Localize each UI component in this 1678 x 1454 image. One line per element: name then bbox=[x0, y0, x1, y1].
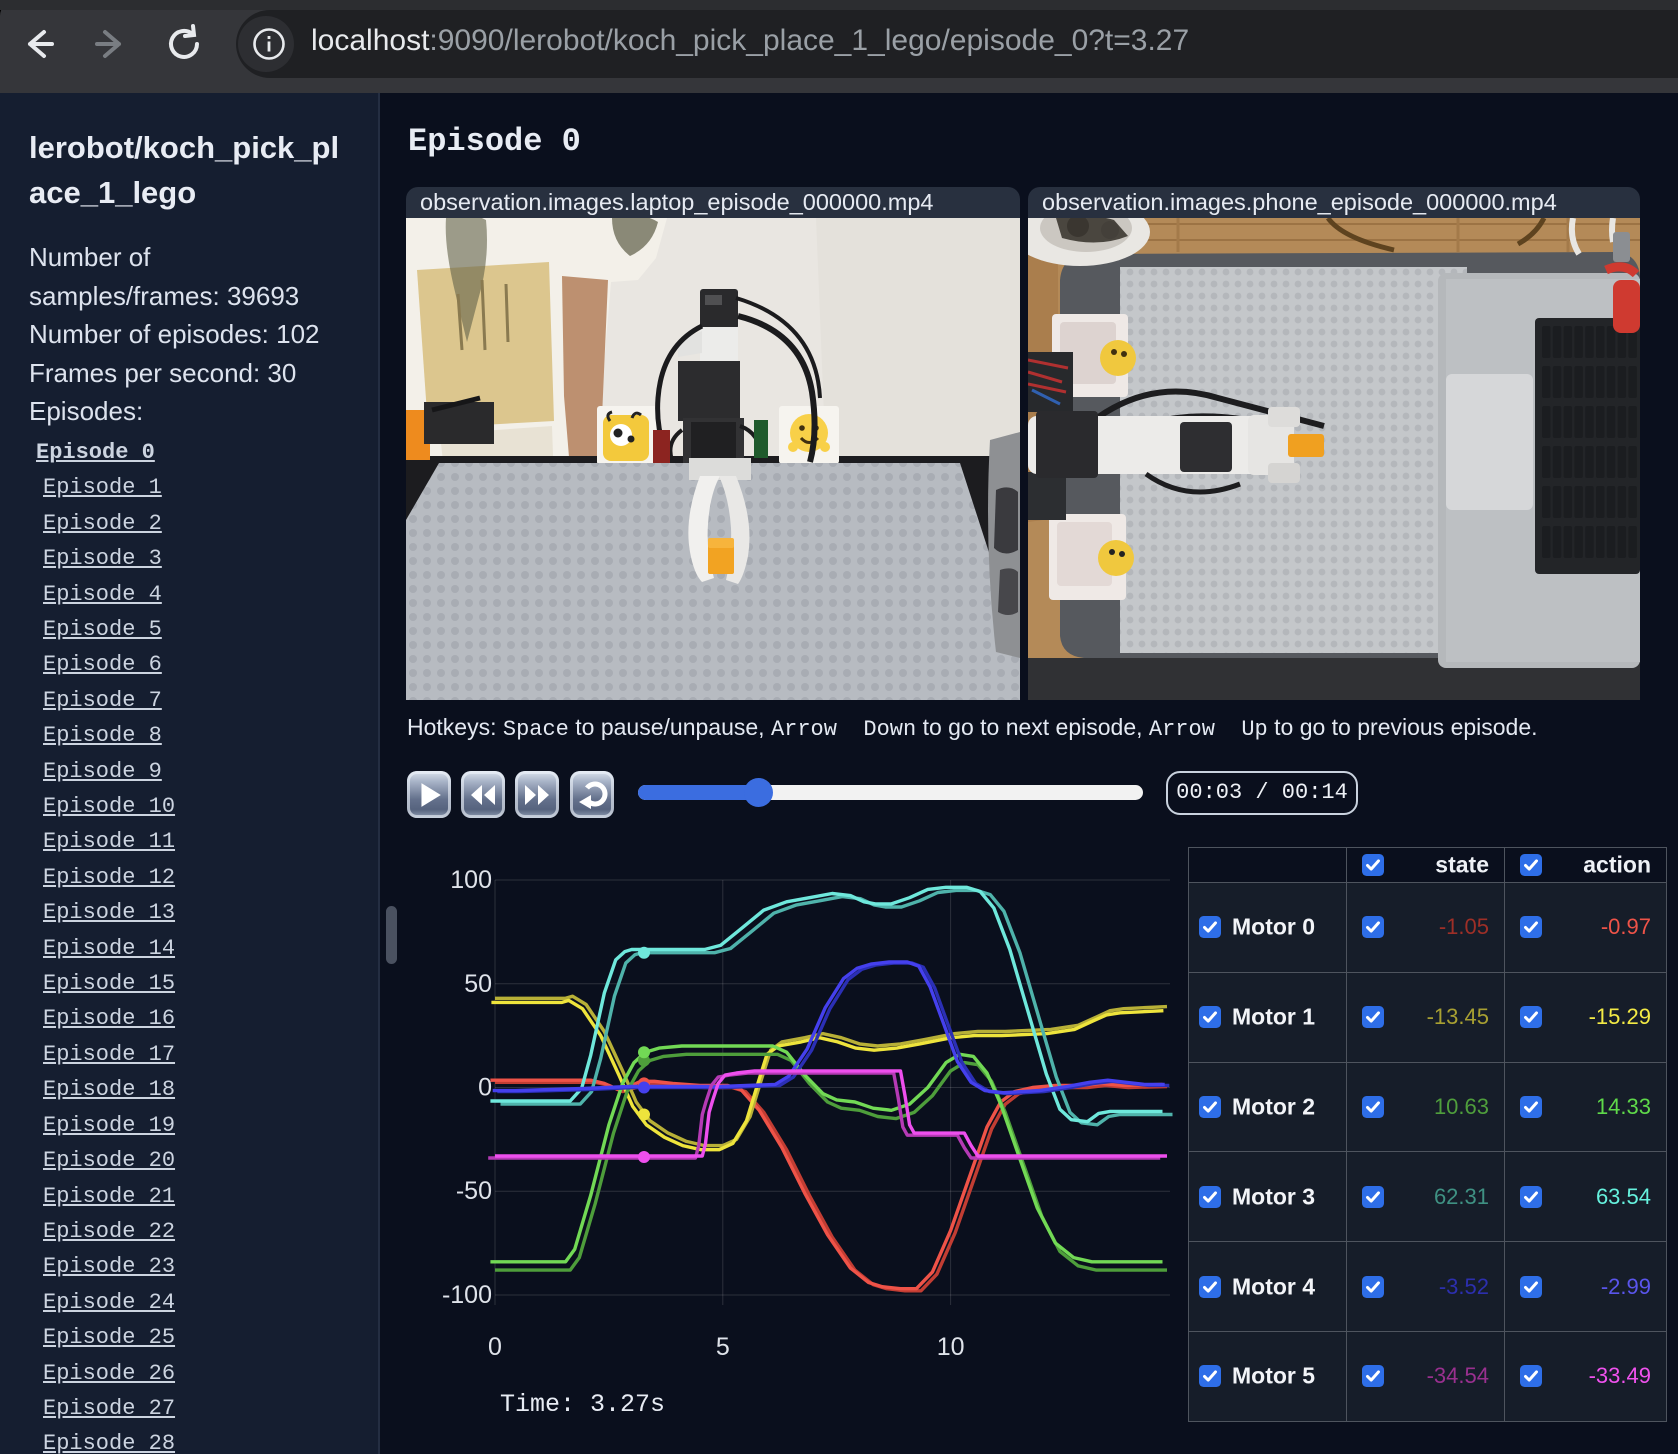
svg-text:5: 5 bbox=[716, 1333, 730, 1361]
svg-text:10: 10 bbox=[937, 1333, 965, 1361]
svg-text:100: 100 bbox=[450, 866, 492, 894]
svg-text:-100: -100 bbox=[442, 1281, 492, 1309]
svg-text:0: 0 bbox=[478, 1074, 492, 1102]
svg-text:-50: -50 bbox=[456, 1177, 492, 1205]
svg-text:50: 50 bbox=[464, 970, 492, 998]
svg-text:0: 0 bbox=[488, 1333, 502, 1361]
